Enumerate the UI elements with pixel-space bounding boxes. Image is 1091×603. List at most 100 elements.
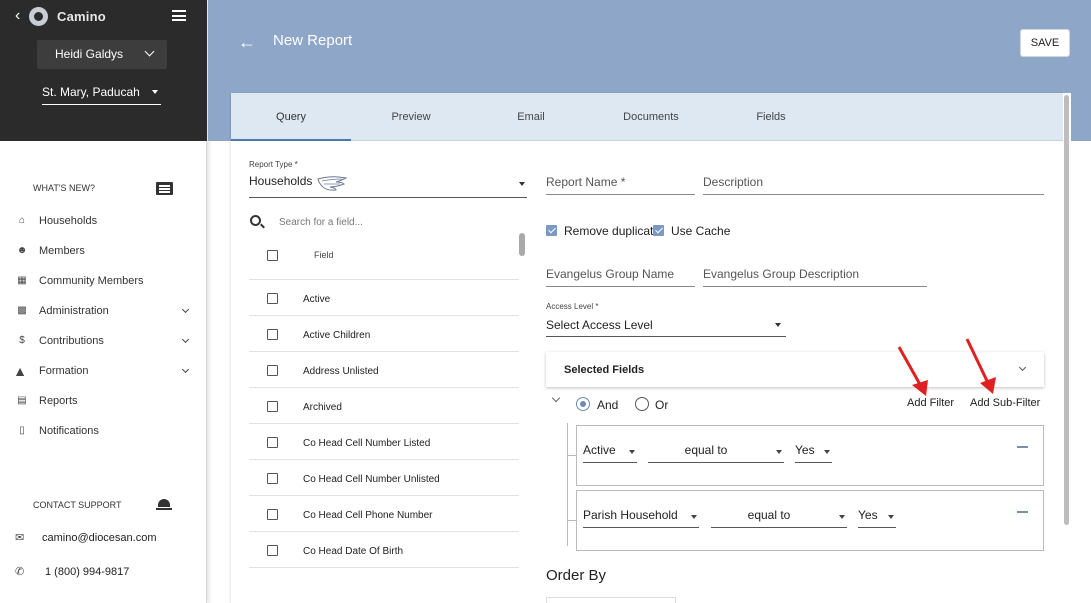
field-row[interactable]: Co Head Cell Number Listed <box>249 431 519 467</box>
parish-name: St. Mary, Paducah <box>42 85 140 99</box>
hamburger-menu-icon[interactable] <box>172 10 186 21</box>
access-level-value: Select Access Level <box>546 318 653 332</box>
divider <box>249 567 519 568</box>
scrollbar-thumb[interactable] <box>1064 95 1069 525</box>
filter-value-select[interactable]: Yes <box>795 443 832 463</box>
tab-preview[interactable]: Preview <box>351 93 471 141</box>
field-checkbox[interactable] <box>267 509 278 520</box>
filter-value-select[interactable]: Yes <box>858 508 896 528</box>
field-row[interactable]: Active <box>249 287 519 323</box>
filter-operator-value: equal to <box>747 508 791 522</box>
filter-tree-line <box>567 423 568 546</box>
report-name-field[interactable]: Report Name * <box>546 175 695 195</box>
sidebar-item-label: Reports <box>39 395 78 407</box>
filter-value: Yes <box>858 508 878 522</box>
home-icon: ⌂ <box>18 215 26 226</box>
report-type-label: Report Type * <box>249 160 298 169</box>
field-checkbox[interactable] <box>267 401 278 412</box>
sidebar: ‹ Camino Heidi Galdys St. Mary, Paducah … <box>0 0 207 603</box>
tab-documents[interactable]: Documents <box>591 93 711 141</box>
phone-icon: ✆ <box>15 566 25 578</box>
dollar-icon: $ <box>19 335 25 346</box>
use-cache-label: Use Cache <box>671 224 731 238</box>
sidebar-item-community-members[interactable]: ▦ Community Members <box>0 267 206 297</box>
order-by-field[interactable] <box>546 597 676 603</box>
report-type-select[interactable]: Households <box>249 174 527 198</box>
sidebar-item-contributions[interactable]: $ Contributions <box>0 327 206 357</box>
field-row[interactable]: Co Head Date Of Birth <box>249 539 519 575</box>
parish-selector[interactable]: St. Mary, Paducah <box>42 85 161 105</box>
field-checkbox[interactable] <box>267 293 278 304</box>
tab-fields[interactable]: Fields <box>711 93 831 141</box>
user-selector[interactable]: Heidi Galdys <box>37 40 167 69</box>
support-phone[interactable]: ✆ 1 (800) 994-9817 <box>15 565 129 578</box>
field-name: Archived <box>303 402 342 413</box>
use-cache-checkbox[interactable] <box>653 225 664 236</box>
sidebar-item-label: Notifications <box>39 425 99 437</box>
field-name: Co Head Cell Number Unlisted <box>303 474 440 485</box>
evangelus-group-name-field[interactable]: Evangelus Group Name <box>546 267 695 287</box>
field-row[interactable]: Active Children <box>249 323 519 359</box>
filter-row: Active equal to Yes <box>576 425 1044 486</box>
sidebar-item-notifications[interactable]: ▯ Notifications <box>0 417 206 447</box>
field-search-input[interactable] <box>279 213 499 231</box>
news-icon[interactable] <box>156 182 173 195</box>
divider <box>249 459 519 460</box>
field-checkbox[interactable] <box>267 437 278 448</box>
sidebar-item-members[interactable]: ☻ Members <box>0 237 206 267</box>
field-checkbox[interactable] <box>267 545 278 556</box>
support-phone-text: 1 (800) 994-9817 <box>45 566 130 578</box>
divider <box>249 351 519 352</box>
field-checkbox[interactable] <box>267 473 278 484</box>
filter-field-select[interactable]: Active <box>583 443 637 463</box>
tab-email[interactable]: Email <box>471 93 591 141</box>
field-list-scrollbar[interactable] <box>519 233 525 256</box>
remove-duplicates-checkbox[interactable] <box>546 225 557 236</box>
sidebar-item-households[interactable]: ⌂ Households <box>0 207 206 237</box>
sidebar-item-formation[interactable]: ▲ Formation <box>0 357 206 387</box>
filter-field-select[interactable]: Parish Household <box>583 508 699 528</box>
field-name: Active <box>303 294 331 305</box>
access-level-select[interactable]: Select Access Level <box>546 318 786 337</box>
filter-operator-select[interactable]: equal to <box>711 508 847 528</box>
logic-and-radio[interactable] <box>576 397 590 411</box>
selected-fields-panel[interactable]: Selected Fields <box>546 352 1044 387</box>
report-icon: ▤ <box>17 395 27 406</box>
remove-filter-icon[interactable] <box>1017 446 1028 448</box>
sidebar-item-label: Households <box>39 215 98 227</box>
filter-field-value: Active <box>583 443 616 457</box>
field-checkbox[interactable] <box>267 329 278 340</box>
divider <box>249 531 519 532</box>
page-title: New Report <box>273 32 353 49</box>
save-button[interactable]: SAVE <box>1020 29 1070 57</box>
back-arrow-icon[interactable]: ← <box>238 32 256 53</box>
field-row[interactable]: Archived <box>249 395 519 431</box>
field-row[interactable]: Co Head Cell Number Unlisted <box>249 467 519 503</box>
page-scrollbar[interactable] <box>1063 93 1071 603</box>
support-email[interactable]: ✉ camino@diocesan.com <box>15 531 157 544</box>
service-bell-icon[interactable] <box>156 497 172 511</box>
chevron-down-icon <box>1018 363 1027 372</box>
field-checkbox[interactable] <box>267 365 278 376</box>
sidebar-item-label: Formation <box>39 365 89 377</box>
mail-icon: ✉ <box>15 532 25 544</box>
sidebar-item-reports[interactable]: ▤ Reports <box>0 387 206 417</box>
sidebar-item-administration[interactable]: ▩ Administration <box>0 297 206 327</box>
filter-operator-select[interactable]: equal to <box>648 443 784 463</box>
divider <box>249 495 519 496</box>
sidebar-item-label: Contributions <box>39 335 104 347</box>
report-name-placeholder: Report Name * <box>546 175 626 189</box>
tab-query[interactable]: Query <box>231 93 351 141</box>
logic-or-radio[interactable] <box>635 397 649 411</box>
sidebar-header: ‹ Camino Heidi Galdys St. Mary, Paducah <box>0 0 207 141</box>
description-field[interactable]: Description <box>703 175 1044 195</box>
remove-filter-icon[interactable] <box>1017 511 1028 513</box>
field-name: Address Unlisted <box>303 366 379 377</box>
evangelus-group-description-field[interactable]: Evangelus Group Description <box>703 267 927 287</box>
field-row[interactable]: Address Unlisted <box>249 359 519 395</box>
select-all-checkbox[interactable] <box>267 250 278 261</box>
add-sub-filter-button[interactable]: Add Sub-Filter <box>970 397 1040 409</box>
add-filter-button[interactable]: Add Filter <box>907 397 954 409</box>
field-row[interactable]: Co Head Cell Phone Number <box>249 503 519 539</box>
back-chevron-icon[interactable]: ‹ <box>15 7 20 25</box>
